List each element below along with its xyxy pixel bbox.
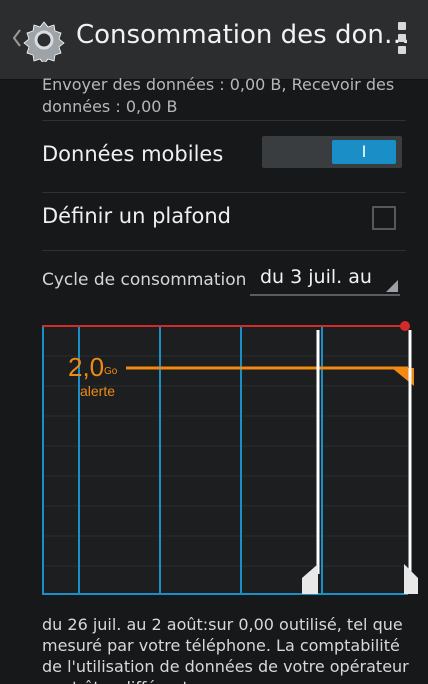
limit-label: Définir un plafond bbox=[42, 204, 231, 228]
overflow-menu-icon[interactable] bbox=[396, 22, 408, 58]
mobile-data-toggle[interactable]: I bbox=[262, 136, 402, 168]
mobile-data-label: Données mobiles bbox=[42, 142, 224, 166]
limit-checkbox[interactable] bbox=[372, 206, 396, 230]
limit-handle[interactable] bbox=[400, 321, 410, 331]
usage-footer: du 26 juil. au 2 août:sur 0,00 outilisé,… bbox=[42, 615, 409, 684]
page-title: Consommation des don… bbox=[76, 20, 410, 50]
usage-chart[interactable]: 2,0 Go alerte bbox=[0, 316, 428, 606]
data-summary: Envoyer des données : 0,00 B, Recevoir d… bbox=[42, 75, 395, 116]
action-bar: Consommation des don… bbox=[0, 0, 428, 80]
toggle-thumb: I bbox=[332, 140, 396, 164]
divider bbox=[42, 120, 406, 121]
divider bbox=[42, 250, 406, 251]
gear-icon[interactable] bbox=[22, 18, 66, 62]
cycle-value: du 3 juil. au bbox=[260, 266, 372, 288]
warning-label: alerte bbox=[80, 383, 115, 399]
cycle-label: Cycle de consommation bbox=[42, 270, 247, 290]
warning-unit: Go bbox=[104, 366, 118, 377]
warning-value: 2,0 bbox=[68, 352, 104, 382]
divider bbox=[42, 192, 406, 193]
cycle-dropdown[interactable]: du 3 juil. au bbox=[250, 262, 400, 296]
dropdown-caret-icon bbox=[386, 280, 398, 292]
